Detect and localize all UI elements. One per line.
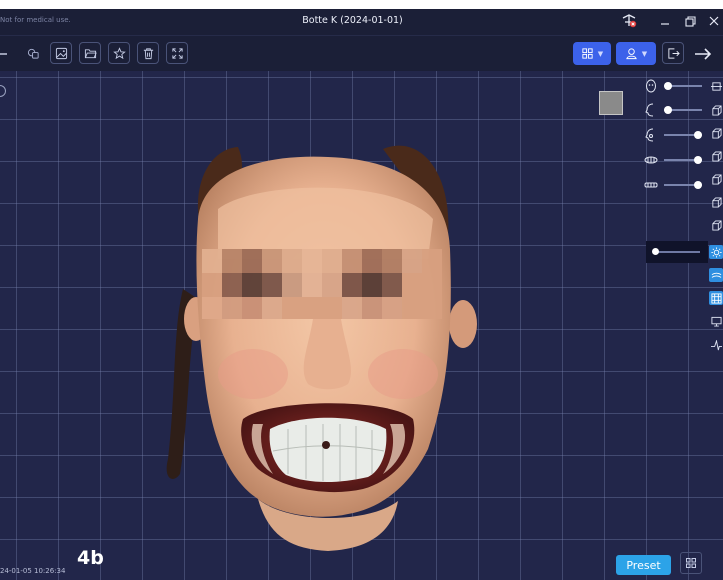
grid-toggle-button[interactable] — [709, 291, 723, 305]
expand-icon — [171, 47, 183, 59]
view-bottom-icon — [711, 196, 722, 208]
chevron-down-icon: ▼ — [641, 49, 648, 58]
face-scan-model[interactable] — [158, 129, 488, 559]
view-right-icon — [711, 150, 722, 162]
view-top-button[interactable] — [709, 103, 723, 117]
slider-knob[interactable] — [694, 181, 702, 189]
opacity-slider-lower-jaw[interactable] — [640, 178, 706, 192]
star-icon — [112, 46, 126, 59]
pointer-button[interactable] — [709, 338, 723, 352]
slider-knob[interactable] — [694, 131, 702, 139]
close-icon[interactable] — [705, 12, 723, 30]
delete-button[interactable] — [137, 42, 159, 64]
layout-grid-button[interactable] — [680, 552, 702, 574]
slider-knob[interactable] — [664, 106, 672, 114]
layers-toggle-button[interactable] — [709, 268, 723, 282]
light-icon — [710, 246, 722, 258]
view-left-button[interactable] — [709, 126, 723, 140]
open-folder-button[interactable] — [79, 42, 101, 64]
brightness-slider[interactable] — [646, 241, 708, 263]
monitor-icon — [710, 316, 722, 327]
chevron-down-icon: ▼ — [597, 49, 604, 58]
face-profile-icon — [645, 128, 654, 142]
minimize-icon[interactable] — [656, 12, 674, 30]
capture-timestamp: 24-01-05 10:26:34 — [0, 567, 66, 575]
layers-icon — [27, 48, 39, 59]
view-iso-button[interactable] — [709, 218, 723, 232]
image-button[interactable] — [50, 42, 72, 64]
view-back-icon — [711, 173, 722, 185]
figure-label: 4b — [77, 547, 104, 569]
view-toolbar — [708, 71, 723, 580]
image-icon — [55, 47, 67, 59]
next-arrow-icon — [695, 48, 712, 60]
view-back-button[interactable] — [709, 172, 723, 186]
layers-button[interactable] — [22, 42, 44, 64]
view-left-icon — [711, 127, 722, 139]
view-top-icon — [711, 104, 722, 116]
opacity-slider-face-front[interactable] — [640, 79, 706, 93]
trash-icon — [143, 47, 153, 59]
export-button[interactable] — [662, 42, 684, 64]
layout-dropdown[interactable]: ▼ — [573, 42, 611, 65]
slider-knob[interactable] — [652, 248, 659, 255]
fullscreen-button[interactable] — [166, 42, 188, 64]
color-swatch[interactable] — [599, 91, 623, 115]
grid-toggle-icon — [710, 292, 722, 304]
pointer-icon — [710, 339, 722, 350]
upper-jaw-icon — [644, 156, 658, 164]
view-iso-icon — [711, 219, 722, 231]
opacity-slider-face-side[interactable] — [640, 103, 706, 117]
view-front-icon — [710, 81, 722, 91]
restore-icon[interactable] — [681, 12, 699, 30]
title-bar: Not for medical use. Botte K (2024-01-01… — [0, 9, 723, 35]
lower-jaw-icon — [644, 182, 658, 188]
view-front-button[interactable] — [709, 79, 723, 93]
profile-dropdown[interactable]: ▼ — [616, 42, 656, 65]
window-title: Botte K (2024-01-01) — [302, 15, 403, 26]
main-toolbar: ▼ ▼ — [0, 35, 723, 72]
grid-view-icon — [582, 48, 593, 59]
preset-button[interactable]: Preset — [616, 555, 671, 575]
layers-toggle-icon — [711, 272, 721, 278]
view-bottom-button[interactable] — [709, 195, 723, 209]
face-side-icon — [645, 103, 654, 117]
slider-knob[interactable] — [664, 82, 672, 90]
favorite-button[interactable] — [108, 42, 130, 64]
face-front-icon — [646, 79, 656, 93]
3d-viewport[interactable]: 4b 24-01-05 10:26:34 Preset — [0, 71, 723, 580]
export-icon — [667, 47, 680, 59]
light-button[interactable] — [709, 245, 723, 259]
opacity-slider-upper-jaw[interactable] — [640, 153, 706, 167]
application-window: Not for medical use. Botte K (2024-01-01… — [0, 9, 723, 580]
user-profile-icon — [626, 48, 637, 60]
signal-off-icon[interactable] — [620, 12, 638, 30]
slider-knob[interactable] — [694, 156, 702, 164]
monitor-button[interactable] — [709, 314, 723, 328]
back-icon[interactable] — [0, 46, 8, 60]
opacity-slider-face-profile[interactable] — [640, 128, 706, 142]
folder-open-icon — [84, 48, 97, 58]
next-button[interactable] — [693, 44, 713, 64]
grid-view-icon — [686, 558, 696, 568]
view-right-button[interactable] — [709, 149, 723, 163]
